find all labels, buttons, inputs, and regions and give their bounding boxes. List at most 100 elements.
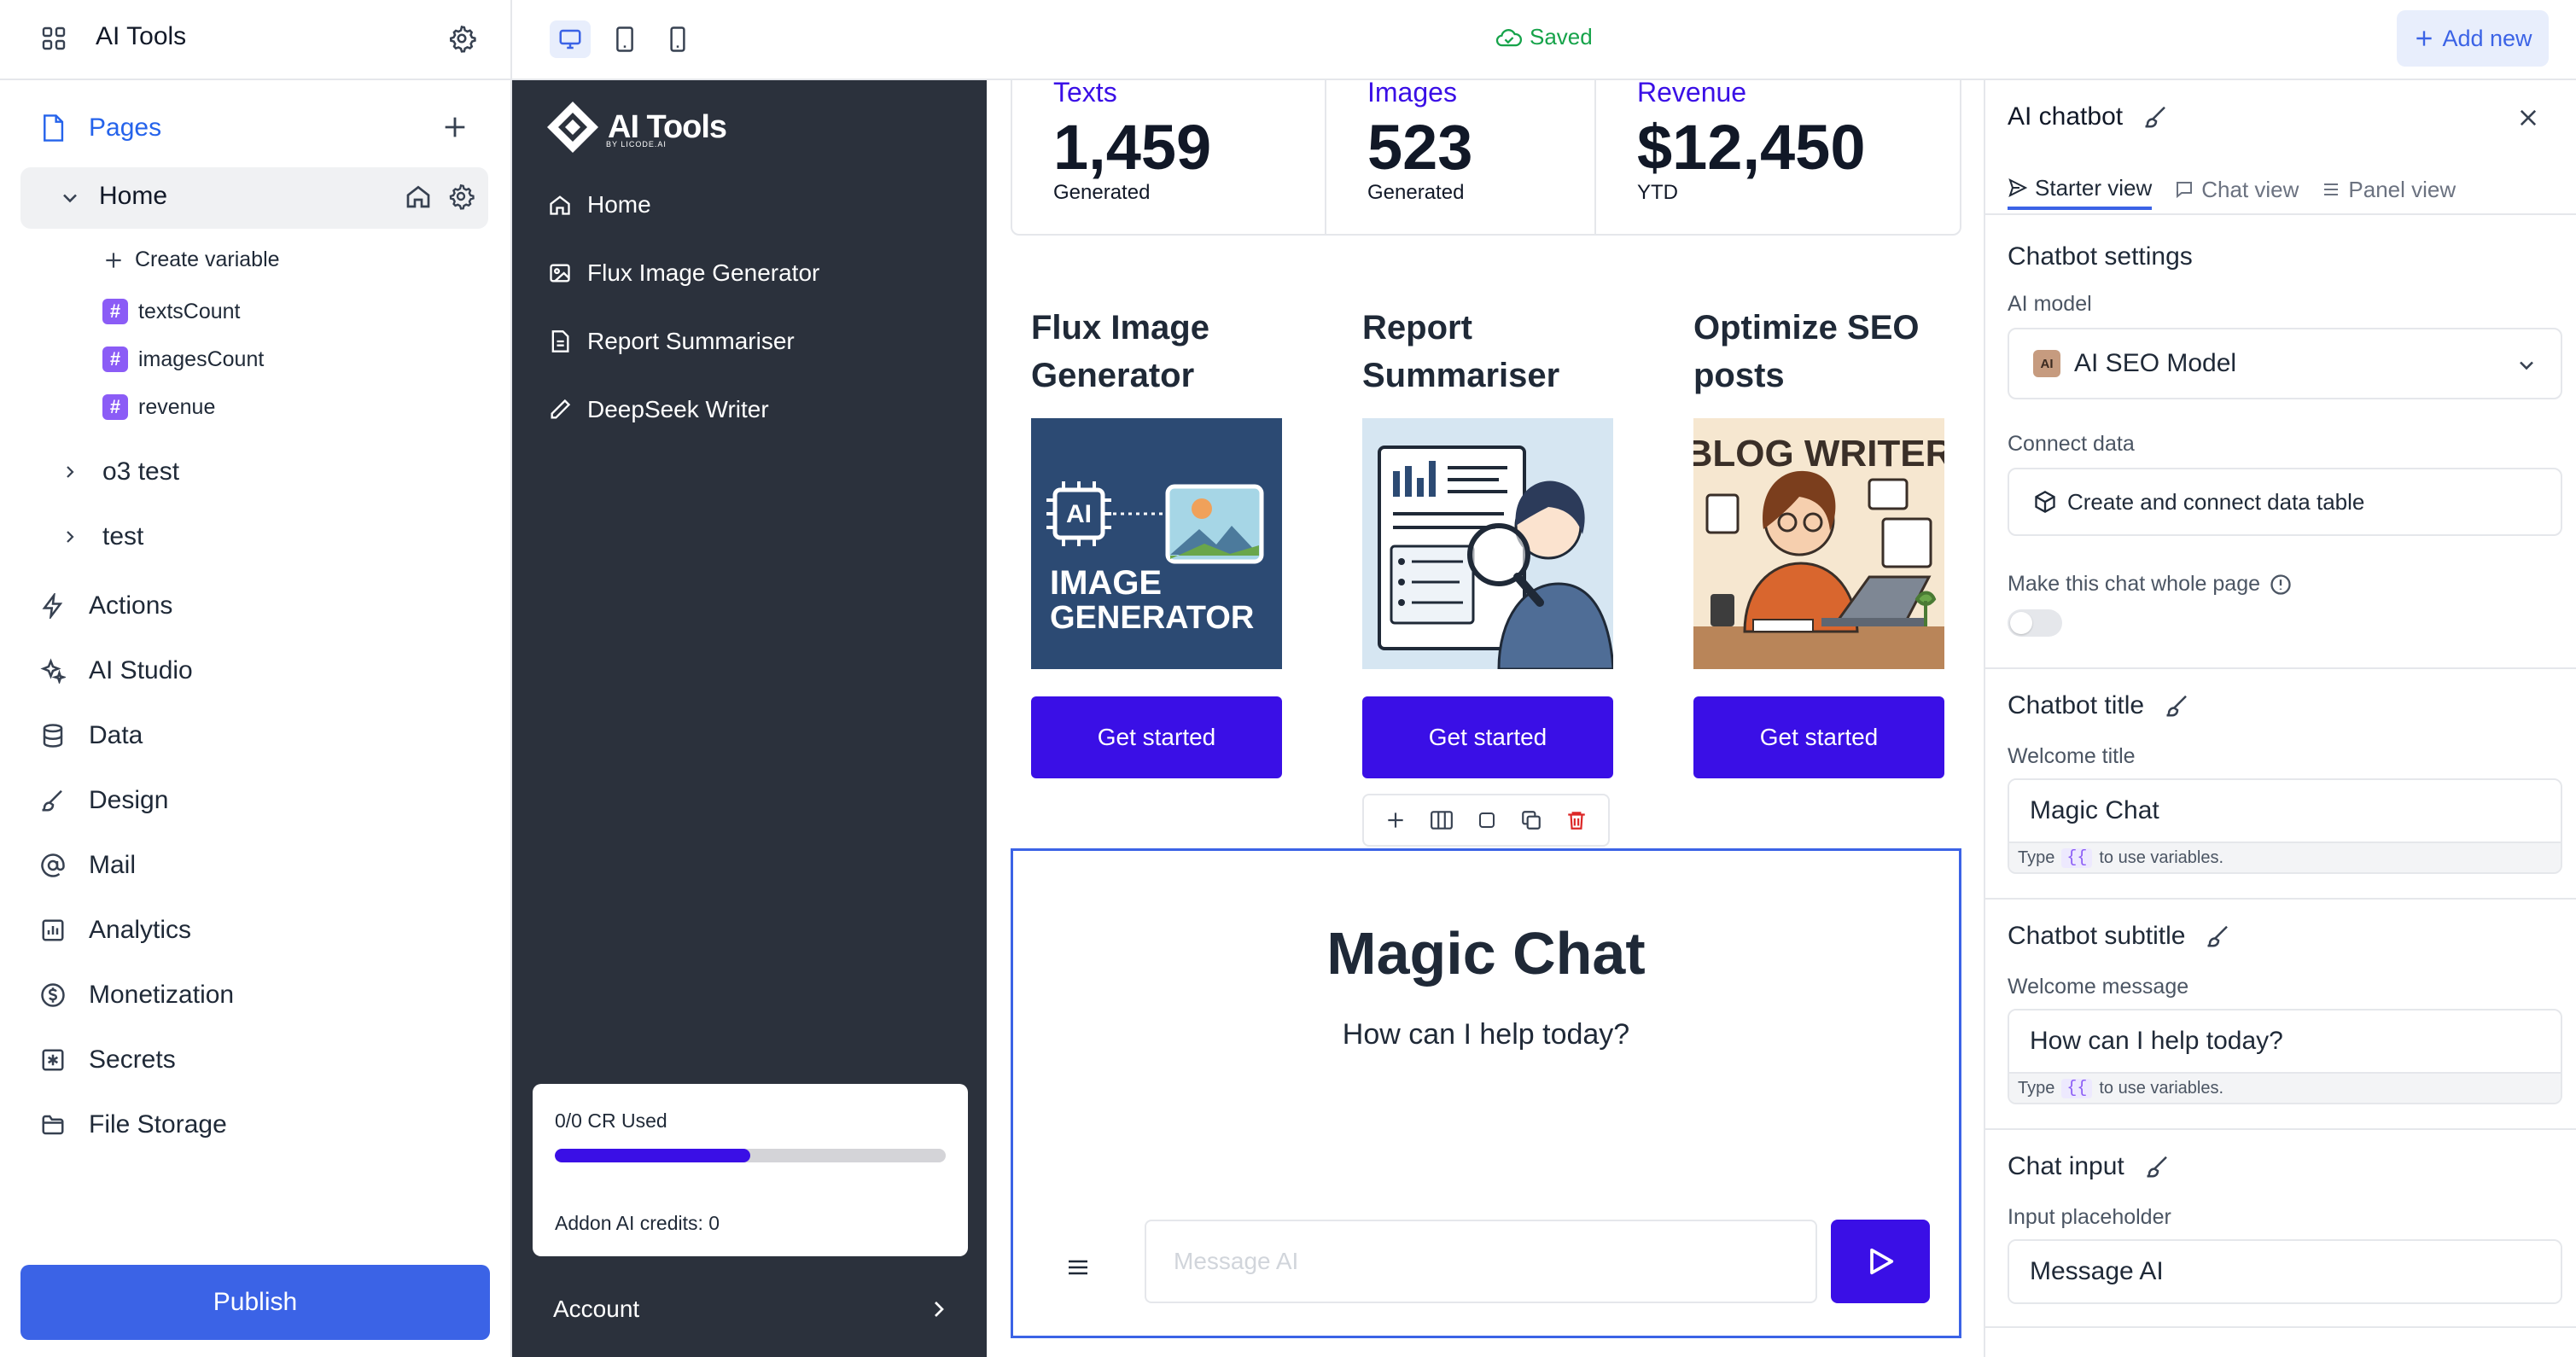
chevron-right-icon[interactable] <box>60 527 80 547</box>
sidebar-item-label: Mail <box>89 851 137 879</box>
section-heading-text: Chatbot settings <box>2008 242 2193 271</box>
page-item-home[interactable]: Home <box>20 167 488 229</box>
chevron-right-icon[interactable] <box>60 462 80 482</box>
edit-brush-icon[interactable] <box>2165 693 2190 719</box>
cube-icon <box>2033 490 2057 514</box>
get-started-button[interactable]: Get started <box>1362 696 1613 778</box>
input-placeholder-label: Input placeholder <box>2008 1205 2171 1229</box>
get-started-button[interactable]: Get started <box>1693 696 1944 778</box>
connect-data-button-label: Create and connect data table <box>2067 488 2365 515</box>
ai-image-generator-illustration: AI IMAGE GENERATOR <box>1031 418 1282 669</box>
pencil-icon <box>548 398 572 422</box>
addon-credits-label: Addon AI credits: 0 <box>555 1212 720 1234</box>
page-settings-gear-icon[interactable] <box>447 183 475 210</box>
sidebar-item-monetization[interactable]: Monetization <box>38 980 234 1010</box>
create-variable-button[interactable]: Create variable <box>102 248 280 272</box>
preview-nav-home[interactable]: Home <box>548 191 651 218</box>
account-link[interactable]: Account <box>553 1296 639 1323</box>
columns-icon[interactable] <box>1430 809 1454 831</box>
report-summariser-illustration <box>1362 418 1613 669</box>
page-item-test[interactable]: test <box>60 522 143 551</box>
square-icon[interactable] <box>1477 810 1497 830</box>
add-new-button[interactable]: Add new <box>2397 10 2549 67</box>
chevron-down-icon[interactable] <box>58 186 82 210</box>
database-icon <box>38 720 68 751</box>
sidebar-item-secrets[interactable]: Secrets <box>38 1045 176 1075</box>
hash-icon: # <box>102 347 128 372</box>
preview-nav-flux-image-generator[interactable]: Flux Image Generator <box>548 259 819 287</box>
sidebar-item-pages[interactable]: Pages <box>38 113 161 143</box>
ai-model-select[interactable]: AI AI SEO Model <box>2008 328 2562 399</box>
welcome-title-field: Type {{ to use variables. <box>2008 778 2562 874</box>
home-icon[interactable] <box>405 183 432 210</box>
app-settings-gear-icon[interactable] <box>447 24 476 53</box>
sidebar-item-actions[interactable]: Actions <box>38 591 172 621</box>
welcome-title-input[interactable] <box>2009 780 2561 842</box>
edit-brush-icon[interactable] <box>2143 104 2169 130</box>
preview-nav-report-summariser[interactable]: Report Summariser <box>548 328 795 355</box>
brush-icon <box>38 785 68 816</box>
blog-writer-illustration: BLOG WRITER <box>1693 418 1944 669</box>
publish-button[interactable]: Publish <box>20 1265 490 1340</box>
mobile-view-icon[interactable] <box>657 20 698 58</box>
page-item-o3-test[interactable]: o3 test <box>60 457 179 486</box>
get-started-button[interactable]: Get started <box>1031 696 1282 778</box>
duplicate-icon[interactable] <box>1520 809 1542 831</box>
stat-card-images: Images 523 Generated <box>1325 80 1594 236</box>
sidebar-item-mail[interactable]: Mail <box>38 850 136 881</box>
menu-icon[interactable] <box>1066 1257 1090 1278</box>
panel-header: AI chatbot <box>2008 102 2169 131</box>
sidebar-item-design[interactable]: Design <box>38 785 168 816</box>
sidebar-item-data[interactable]: Data <box>38 720 143 751</box>
apps-grid-icon[interactable] <box>41 26 67 51</box>
stat-value: 523 <box>1367 112 1473 183</box>
trash-icon[interactable] <box>1565 809 1588 831</box>
input-placeholder-field <box>2008 1239 2562 1304</box>
variable-item[interactable]: # revenue <box>102 394 215 420</box>
variable-name: revenue <box>138 394 216 419</box>
chatbot-block[interactable]: Magic Chat How can I help today? <box>1011 848 1961 1338</box>
page-canvas: Texts 1,459 Generated Images 523 Generat… <box>987 80 1984 1357</box>
variable-item[interactable]: # imagesCount <box>102 347 264 372</box>
welcome-title-label: Welcome title <box>2008 744 2136 768</box>
welcome-message-input[interactable] <box>2009 1010 2561 1072</box>
sidebar-item-analytics[interactable]: Analytics <box>38 915 191 946</box>
add-page-icon[interactable] <box>440 113 469 142</box>
info-icon[interactable] <box>2269 573 2293 597</box>
tab-chat-view[interactable]: Chat view <box>2174 169 2299 210</box>
stats-block[interactable]: Texts 1,459 Generated Images 523 Generat… <box>1011 80 1961 236</box>
tab-starter-view[interactable]: Starter view <box>2008 169 2153 210</box>
hint-text: to use variables. <box>2099 1078 2224 1098</box>
panel-title: AI chatbot <box>2008 102 2124 131</box>
send-button[interactable] <box>1831 1220 1930 1303</box>
create-connect-data-table-button[interactable]: Create and connect data table <box>2008 468 2562 536</box>
preview-nav-deepseek-writer[interactable]: DeepSeek Writer <box>548 396 769 423</box>
edit-brush-icon[interactable] <box>2206 923 2231 949</box>
sidebar-item-file-storage[interactable]: File Storage <box>38 1109 227 1140</box>
ai-model-label: AI model <box>2008 292 2092 316</box>
chevron-right-icon[interactable] <box>925 1296 953 1323</box>
section-heading-title: Chatbot title <box>2008 691 2190 720</box>
desktop-view-icon[interactable] <box>550 20 591 58</box>
asterisk-icon <box>38 1045 68 1075</box>
chat-message-input[interactable] <box>1145 1220 1817 1303</box>
section-heading-text: Chat input <box>2008 1152 2124 1180</box>
tab-panel-view[interactable]: Panel view <box>2321 169 2456 210</box>
stat-sublabel: Generated <box>1367 181 1465 204</box>
section-divider <box>1985 1326 2576 1328</box>
sidebar-item-ai-studio[interactable]: AI Studio <box>38 655 193 686</box>
chart-icon <box>38 915 68 946</box>
send-icon <box>2008 178 2028 198</box>
stat-sublabel: YTD <box>1637 181 1678 204</box>
tablet-view-icon[interactable] <box>604 20 645 58</box>
hint-text: Type <box>2018 847 2055 867</box>
variable-item[interactable]: # textsCount <box>102 299 241 324</box>
edit-brush-icon[interactable] <box>2145 1154 2171 1179</box>
preview-logo[interactable]: AI Tools BY LICODE.AI <box>545 99 727 155</box>
section-heading-text: Chatbot subtitle <box>2008 922 2186 950</box>
add-block-icon[interactable] <box>1384 809 1407 831</box>
whole-page-toggle[interactable] <box>2008 609 2062 637</box>
preview-nav-label: Home <box>587 191 651 218</box>
close-icon[interactable] <box>2516 106 2540 130</box>
input-placeholder-input[interactable] <box>2009 1241 2561 1302</box>
